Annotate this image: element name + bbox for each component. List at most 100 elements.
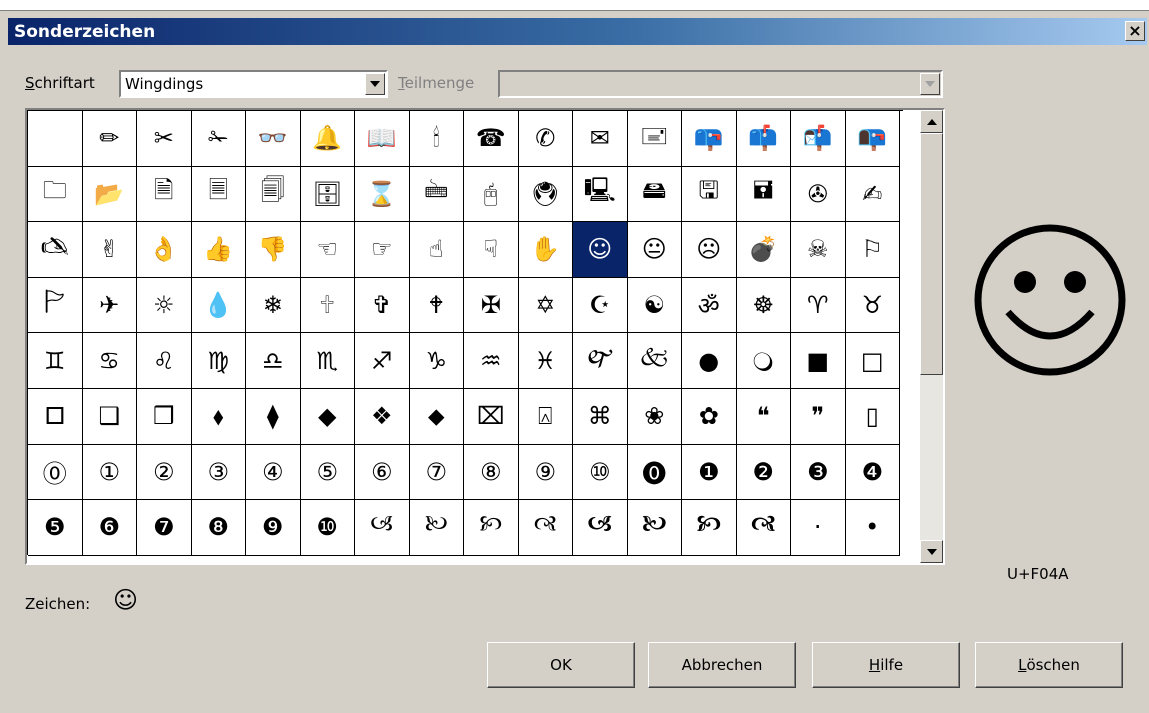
- character-cell[interactable]: ①: [82, 444, 137, 501]
- character-cell[interactable]: 🖰: [464, 166, 519, 223]
- character-cell[interactable]: ❸: [791, 444, 846, 501]
- close-button[interactable]: ×: [1125, 21, 1145, 41]
- character-cell[interactable]: ◆: [300, 388, 355, 445]
- character-cell[interactable]: 🗐: [246, 166, 301, 223]
- character-cell[interactable]: ♐: [355, 333, 410, 389]
- character-cell[interactable]: ⧫: [246, 388, 301, 445]
- character-cell[interactable]: ⓪: [28, 444, 83, 501]
- cancel-button[interactable]: Abbrechen: [648, 642, 796, 688]
- character-cell[interactable]: ❷: [736, 444, 791, 501]
- character-cell[interactable]: ☠: [791, 222, 846, 278]
- character-cell[interactable]: 🗄: [300, 166, 355, 223]
- character-cell[interactable]: 🕈: [409, 277, 464, 334]
- character-cell[interactable]: ▯: [845, 388, 900, 445]
- scroll-down-button[interactable]: [920, 540, 943, 563]
- subset-select-dropdown-button[interactable]: [920, 73, 940, 95]
- character-cell[interactable]: 🞐: [28, 388, 83, 445]
- character-cell[interactable]: ⑩: [573, 444, 628, 501]
- character-cell[interactable]: 👍: [191, 222, 246, 278]
- character-cell[interactable]: ⌛: [355, 166, 410, 223]
- grid-scrollbar[interactable]: [920, 110, 943, 563]
- ok-button[interactable]: OK: [487, 642, 635, 688]
- character-cell[interactable]: 📫: [736, 111, 791, 167]
- character-cell[interactable]: ⚐: [845, 222, 900, 278]
- character-cell[interactable]: ❺: [28, 500, 83, 556]
- character-cell[interactable]: ④: [246, 444, 301, 501]
- character-cell[interactable]: 📭: [845, 111, 900, 167]
- character-cell[interactable]: ♌: [137, 333, 192, 389]
- character-cell[interactable]: 🏱: [28, 277, 83, 334]
- character-cell[interactable]: ③: [191, 444, 246, 501]
- character-cell[interactable]: ☟: [464, 222, 519, 278]
- character-cell[interactable]: ☯: [627, 277, 682, 334]
- help-button[interactable]: Hilfe: [812, 642, 960, 688]
- character-cell[interactable]: ☸: [736, 277, 791, 334]
- character-cell[interactable]: ✂: [137, 111, 192, 167]
- character-cell[interactable]: ✇: [791, 166, 846, 223]
- character-cell[interactable]: ❼: [137, 500, 192, 556]
- character-cell[interactable]: ✿: [682, 388, 737, 445]
- character-cell[interactable]: ❹: [845, 444, 900, 501]
- character-cell[interactable]: ✞: [355, 277, 410, 334]
- character-cell[interactable]: ✁: [191, 111, 246, 167]
- character-cell[interactable]: ✍: [845, 166, 900, 223]
- character-cell[interactable]: 🖲: [518, 166, 573, 223]
- character-cell[interactable]: 🔾: [736, 333, 791, 389]
- character-cell[interactable]: 📬: [791, 111, 846, 167]
- character-cell[interactable]: ❀: [627, 388, 682, 445]
- character-cell[interactable]: 🖎: [28, 222, 83, 278]
- character-cell[interactable]: ☼: [137, 277, 192, 334]
- character-cell[interactable]: ❞: [791, 388, 846, 445]
- character-cell[interactable]: 👌: [137, 222, 192, 278]
- character-cell[interactable]: ②: [137, 444, 192, 501]
- character-cell[interactable]: ⑨: [518, 444, 573, 501]
- character-cell[interactable]: ❻: [82, 500, 137, 556]
- character-cell[interactable]: 🖃: [627, 111, 682, 167]
- character-cell[interactable]: ✋: [518, 222, 573, 278]
- character-cell[interactable]: ☎: [464, 111, 519, 167]
- character-cell[interactable]: ☝: [409, 222, 464, 278]
- character-cell[interactable]: ❑: [82, 388, 137, 445]
- character-cell[interactable]: ⬥: [409, 388, 464, 445]
- character-cell[interactable]: [28, 111, 83, 167]
- character-cell[interactable]: ✏: [82, 111, 137, 167]
- character-cell[interactable]: ♒: [464, 333, 519, 389]
- character-cell[interactable]: 🕆: [300, 277, 355, 334]
- font-select[interactable]: Wingdings: [119, 70, 388, 98]
- character-cell[interactable]: ♏: [300, 333, 355, 389]
- character-cell[interactable]: ⍓: [518, 388, 573, 445]
- character-cell[interactable]: ⌧: [464, 388, 519, 445]
- character-cell[interactable]: ❒: [137, 388, 192, 445]
- character-cell[interactable]: 📖: [355, 111, 410, 167]
- character-cell[interactable]: ✡: [518, 277, 573, 334]
- character-cell[interactable]: ⓿: [627, 444, 682, 501]
- character-cell[interactable]: ❽: [191, 500, 246, 556]
- character-cell[interactable]: 🔔: [300, 111, 355, 167]
- scroll-thumb[interactable]: [920, 133, 943, 375]
- character-cell[interactable]: •: [845, 500, 900, 556]
- character-cell[interactable]: 👎: [246, 222, 301, 278]
- character-cell[interactable]: 🖬: [736, 166, 791, 223]
- character-cell[interactable]: ·: [791, 500, 846, 556]
- character-cell[interactable]: ♑: [409, 333, 464, 389]
- character-cell[interactable]: 🙰: [573, 333, 628, 389]
- character-cell[interactable]: 🕯: [409, 111, 464, 167]
- character-cell[interactable]: ☜: [300, 222, 355, 278]
- character-cell[interactable]: 🗏: [191, 166, 246, 223]
- character-cell[interactable]: ✌: [82, 222, 137, 278]
- character-cell[interactable]: ❿: [300, 500, 355, 556]
- character-cell[interactable]: 🙢: [355, 500, 410, 556]
- character-cell[interactable]: ❖: [355, 388, 410, 445]
- character-cell[interactable]: ⑧: [464, 444, 519, 501]
- character-cell[interactable]: ♈: [791, 277, 846, 334]
- character-cell[interactable]: ⑥: [355, 444, 410, 501]
- character-cell[interactable]: ✉: [573, 111, 628, 167]
- character-cell[interactable]: 🗀: [28, 166, 83, 223]
- character-cell[interactable]: ♊: [28, 333, 83, 389]
- character-cell[interactable]: 🖮: [409, 166, 464, 223]
- delete-button[interactable]: Löschen: [975, 642, 1123, 688]
- character-cell[interactable]: 🙥: [682, 500, 737, 556]
- character-cell[interactable]: ☹: [682, 222, 737, 278]
- character-cell[interactable]: ☞: [355, 222, 410, 278]
- character-cell[interactable]: ⬧: [191, 388, 246, 445]
